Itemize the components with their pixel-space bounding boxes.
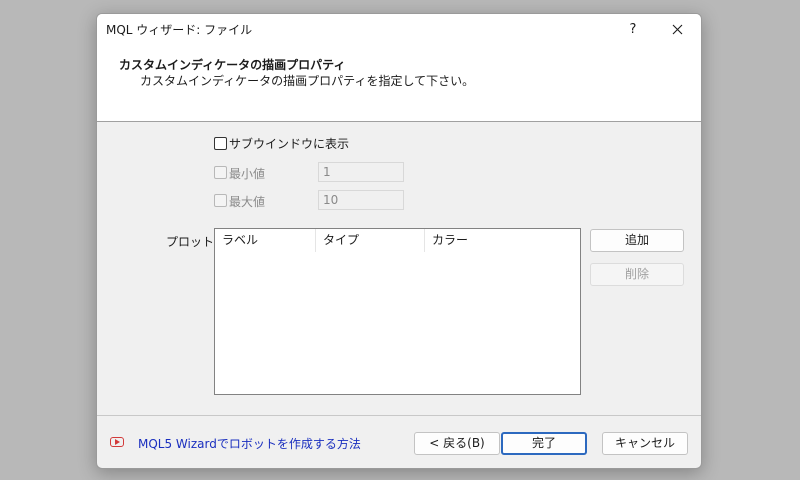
title-bar: MQL ウィザード: ファイル ? <box>97 14 701 44</box>
column-header-label[interactable]: ラベル <box>215 229 316 252</box>
header-title: カスタムインディケータの描画プロパティ <box>119 58 346 72</box>
subwindow-checkbox[interactable] <box>214 137 227 150</box>
column-header-color[interactable]: カラー <box>425 229 580 252</box>
max-value-field[interactable] <box>318 190 404 210</box>
close-icon <box>672 24 682 34</box>
add-plot-button[interactable]: 追加 <box>590 229 684 252</box>
finish-button[interactable]: 完了 <box>501 432 587 455</box>
delete-plot-button[interactable]: 削除 <box>590 263 684 286</box>
subwindow-label[interactable]: サブウインドウに表示 <box>229 135 349 152</box>
window-title: MQL ウィザード: ファイル <box>106 23 253 37</box>
close-button[interactable] <box>655 14 699 44</box>
cancel-button[interactable]: キャンセル <box>602 432 688 455</box>
mql-wizard-dialog: MQL ウィザード: ファイル ? カスタムインディケータの描画プロパティ カス… <box>96 13 702 469</box>
back-button[interactable]: < 戻る(B) <box>414 432 500 455</box>
min-value-field[interactable] <box>318 162 404 182</box>
plots-listview[interactable]: ラベル タイプ カラー <box>214 228 581 395</box>
help-link[interactable]: MQL5 Wizardでロボットを作成する方法 <box>138 435 361 452</box>
min-value-label: 最小値 <box>229 167 266 181</box>
help-icon: ? <box>629 21 637 37</box>
plots-label: プロット: <box>166 235 219 249</box>
play-video-icon <box>110 437 124 447</box>
help-button[interactable]: ? <box>611 14 655 44</box>
header-subtitle: カスタムインディケータの描画プロパティを指定して下さい。 <box>140 74 475 88</box>
max-value-label: 最大値 <box>229 195 266 209</box>
footer-separator <box>97 415 701 416</box>
min-value-checkbox[interactable] <box>214 166 227 179</box>
column-header-type[interactable]: タイプ <box>316 229 425 252</box>
listview-header: ラベル タイプ カラー <box>215 229 580 252</box>
max-value-checkbox[interactable] <box>214 194 227 207</box>
header-panel: カスタムインディケータの描画プロパティ カスタムインディケータの描画プロパティを… <box>97 44 701 122</box>
